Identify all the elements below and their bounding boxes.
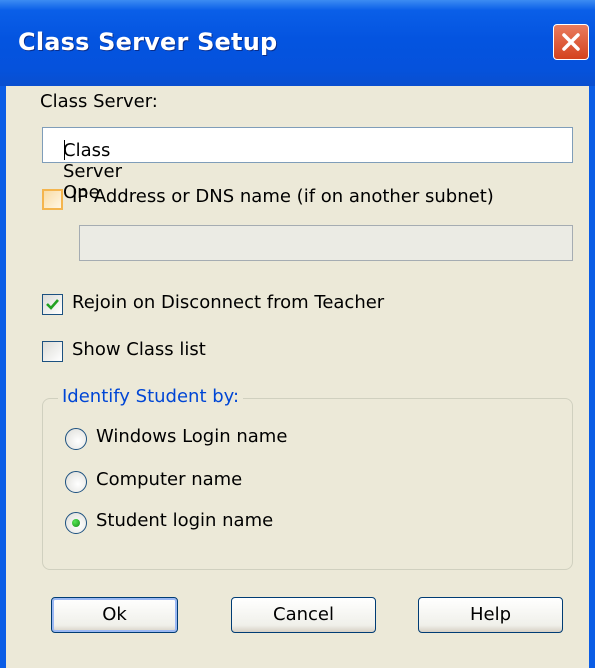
radio-windows-login[interactable] xyxy=(65,428,87,450)
radio-computer-name[interactable] xyxy=(65,471,87,493)
radio-windows-login-label: Windows Login name xyxy=(96,426,288,447)
cancel-button[interactable]: Cancel xyxy=(231,597,376,633)
dialog-content: Class Server: Class Server One IP Addres… xyxy=(6,86,589,668)
radio-computer-name-label: Computer name xyxy=(96,469,243,490)
show-class-list-label: Show Class list xyxy=(72,339,206,360)
text-caret xyxy=(64,140,65,160)
title-bar[interactable]: Class Server Setup xyxy=(0,0,595,86)
checkmark-icon xyxy=(46,299,59,310)
show-class-list-checkbox[interactable] xyxy=(42,341,63,362)
rejoin-label: Rejoin on Disconnect from Teacher xyxy=(72,292,385,313)
ok-button[interactable]: Ok xyxy=(51,597,178,633)
close-button[interactable] xyxy=(553,24,589,60)
close-x-icon xyxy=(562,33,580,51)
help-button[interactable]: Help xyxy=(418,597,563,633)
class-server-input[interactable]: Class Server One xyxy=(42,127,573,203)
radio-selected-dot xyxy=(72,519,80,527)
window-frame-right xyxy=(589,86,595,668)
window-title: Class Server Setup xyxy=(18,28,278,56)
ip-address-input[interactable] xyxy=(79,225,573,261)
ip-address-label: IP Address or DNS name (if on another su… xyxy=(72,186,494,207)
rejoin-checkbox[interactable] xyxy=(42,294,63,315)
ip-address-checkbox[interactable] xyxy=(42,189,63,210)
class-server-label: Class Server: xyxy=(40,91,158,112)
identify-student-title: Identify Student by: xyxy=(58,386,244,407)
dialog-window: Class Server Setup Class Server: Class S… xyxy=(0,0,595,668)
radio-student-login[interactable] xyxy=(65,512,87,534)
radio-student-login-label: Student login name xyxy=(96,510,274,531)
